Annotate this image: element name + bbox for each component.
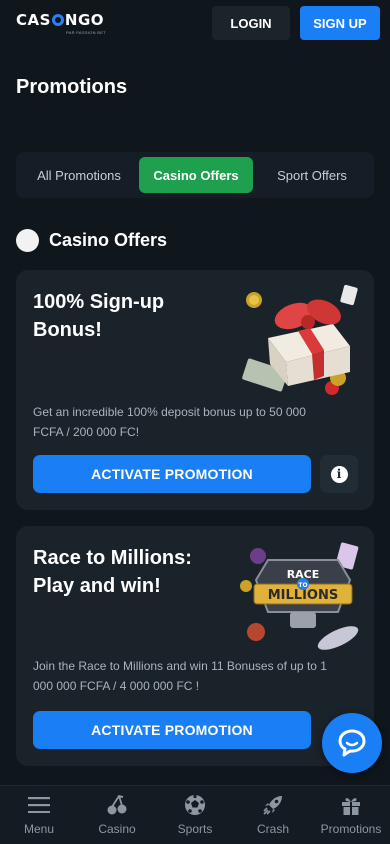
gift-box-image [242, 284, 358, 395]
header-buttons: LOGIN SIGN UP [212, 6, 380, 40]
info-icon: i [330, 465, 348, 483]
svg-text:MILLIONS: MILLIONS [268, 588, 338, 603]
nav-item-menu[interactable]: Menu [1, 794, 77, 836]
nav-label: Menu [23, 822, 55, 836]
chat-bubble-icon [338, 729, 366, 757]
info-button[interactable]: i [320, 455, 358, 493]
tab-sport-offers[interactable]: Sport Offers [254, 157, 370, 193]
casongo-logo[interactable]: CAS NGO PAR PASSION BET [16, 11, 106, 35]
rocket-icon [261, 794, 285, 816]
svg-text:TO: TO [298, 582, 307, 589]
nav-item-crash[interactable]: Crash [235, 794, 311, 836]
race-to-millions-image: RACE MILLIONS TO [240, 542, 359, 650]
signup-button[interactable]: SIGN UP [300, 6, 380, 40]
promotion-card-race-to-millions: Race to Millions: Play and win! RACE MIL… [16, 526, 374, 766]
bottom-navigation: Menu Casino Sports Crash Promotions [0, 785, 390, 844]
hamburger-icon [27, 794, 51, 816]
tab-casino-offers[interactable]: Casino Offers [139, 157, 253, 193]
promotion-title: 100% Sign-up Bonus! [33, 291, 165, 341]
promotion-title: Race to Millions: Play and win! [33, 547, 192, 597]
logo-o-ring-icon [51, 14, 64, 26]
nav-item-sports[interactable]: Sports [157, 794, 233, 836]
page-title: Promotions [16, 76, 128, 98]
nav-item-casino[interactable]: Casino [79, 794, 155, 836]
promotion-description: Get an incredible 100% deposit bonus up … [33, 405, 306, 439]
nav-label: Crash [256, 822, 289, 836]
chat-button[interactable] [322, 713, 382, 773]
activate-promotion-button[interactable]: ACTIVATE PROMOTION [33, 455, 311, 493]
soccer-ball-icon [183, 794, 207, 816]
login-button[interactable]: LOGIN [212, 6, 290, 40]
promotion-tabs: All Promotions Casino Offers Sport Offer… [16, 152, 374, 198]
section-title: Casino Offers [49, 230, 168, 250]
section-heading: Casino Offers [16, 229, 167, 252]
section-dot-icon [16, 229, 39, 252]
gift-icon [339, 794, 363, 816]
header: CAS NGO PAR PASSION BET LOGIN SIGN UP [0, 0, 390, 46]
promotion-card-signup-bonus: 100% Sign-up Bonus! Get an incredible 10… [16, 270, 374, 510]
nav-item-promotions[interactable]: Promotions [313, 794, 389, 836]
promotion-description: Join the Race to Millions and win 11 Bon… [33, 659, 327, 693]
cherry-icon [105, 794, 129, 816]
nav-label: Sports [177, 822, 213, 836]
nav-label: Promotions [320, 822, 382, 836]
tab-all-promotions[interactable]: All Promotions [20, 157, 138, 193]
nav-label: Casino [98, 822, 136, 836]
logo-tagline: PAR PASSION BET [66, 30, 106, 35]
activate-promotion-button[interactable]: ACTIVATE PROMOTION [33, 711, 311, 749]
